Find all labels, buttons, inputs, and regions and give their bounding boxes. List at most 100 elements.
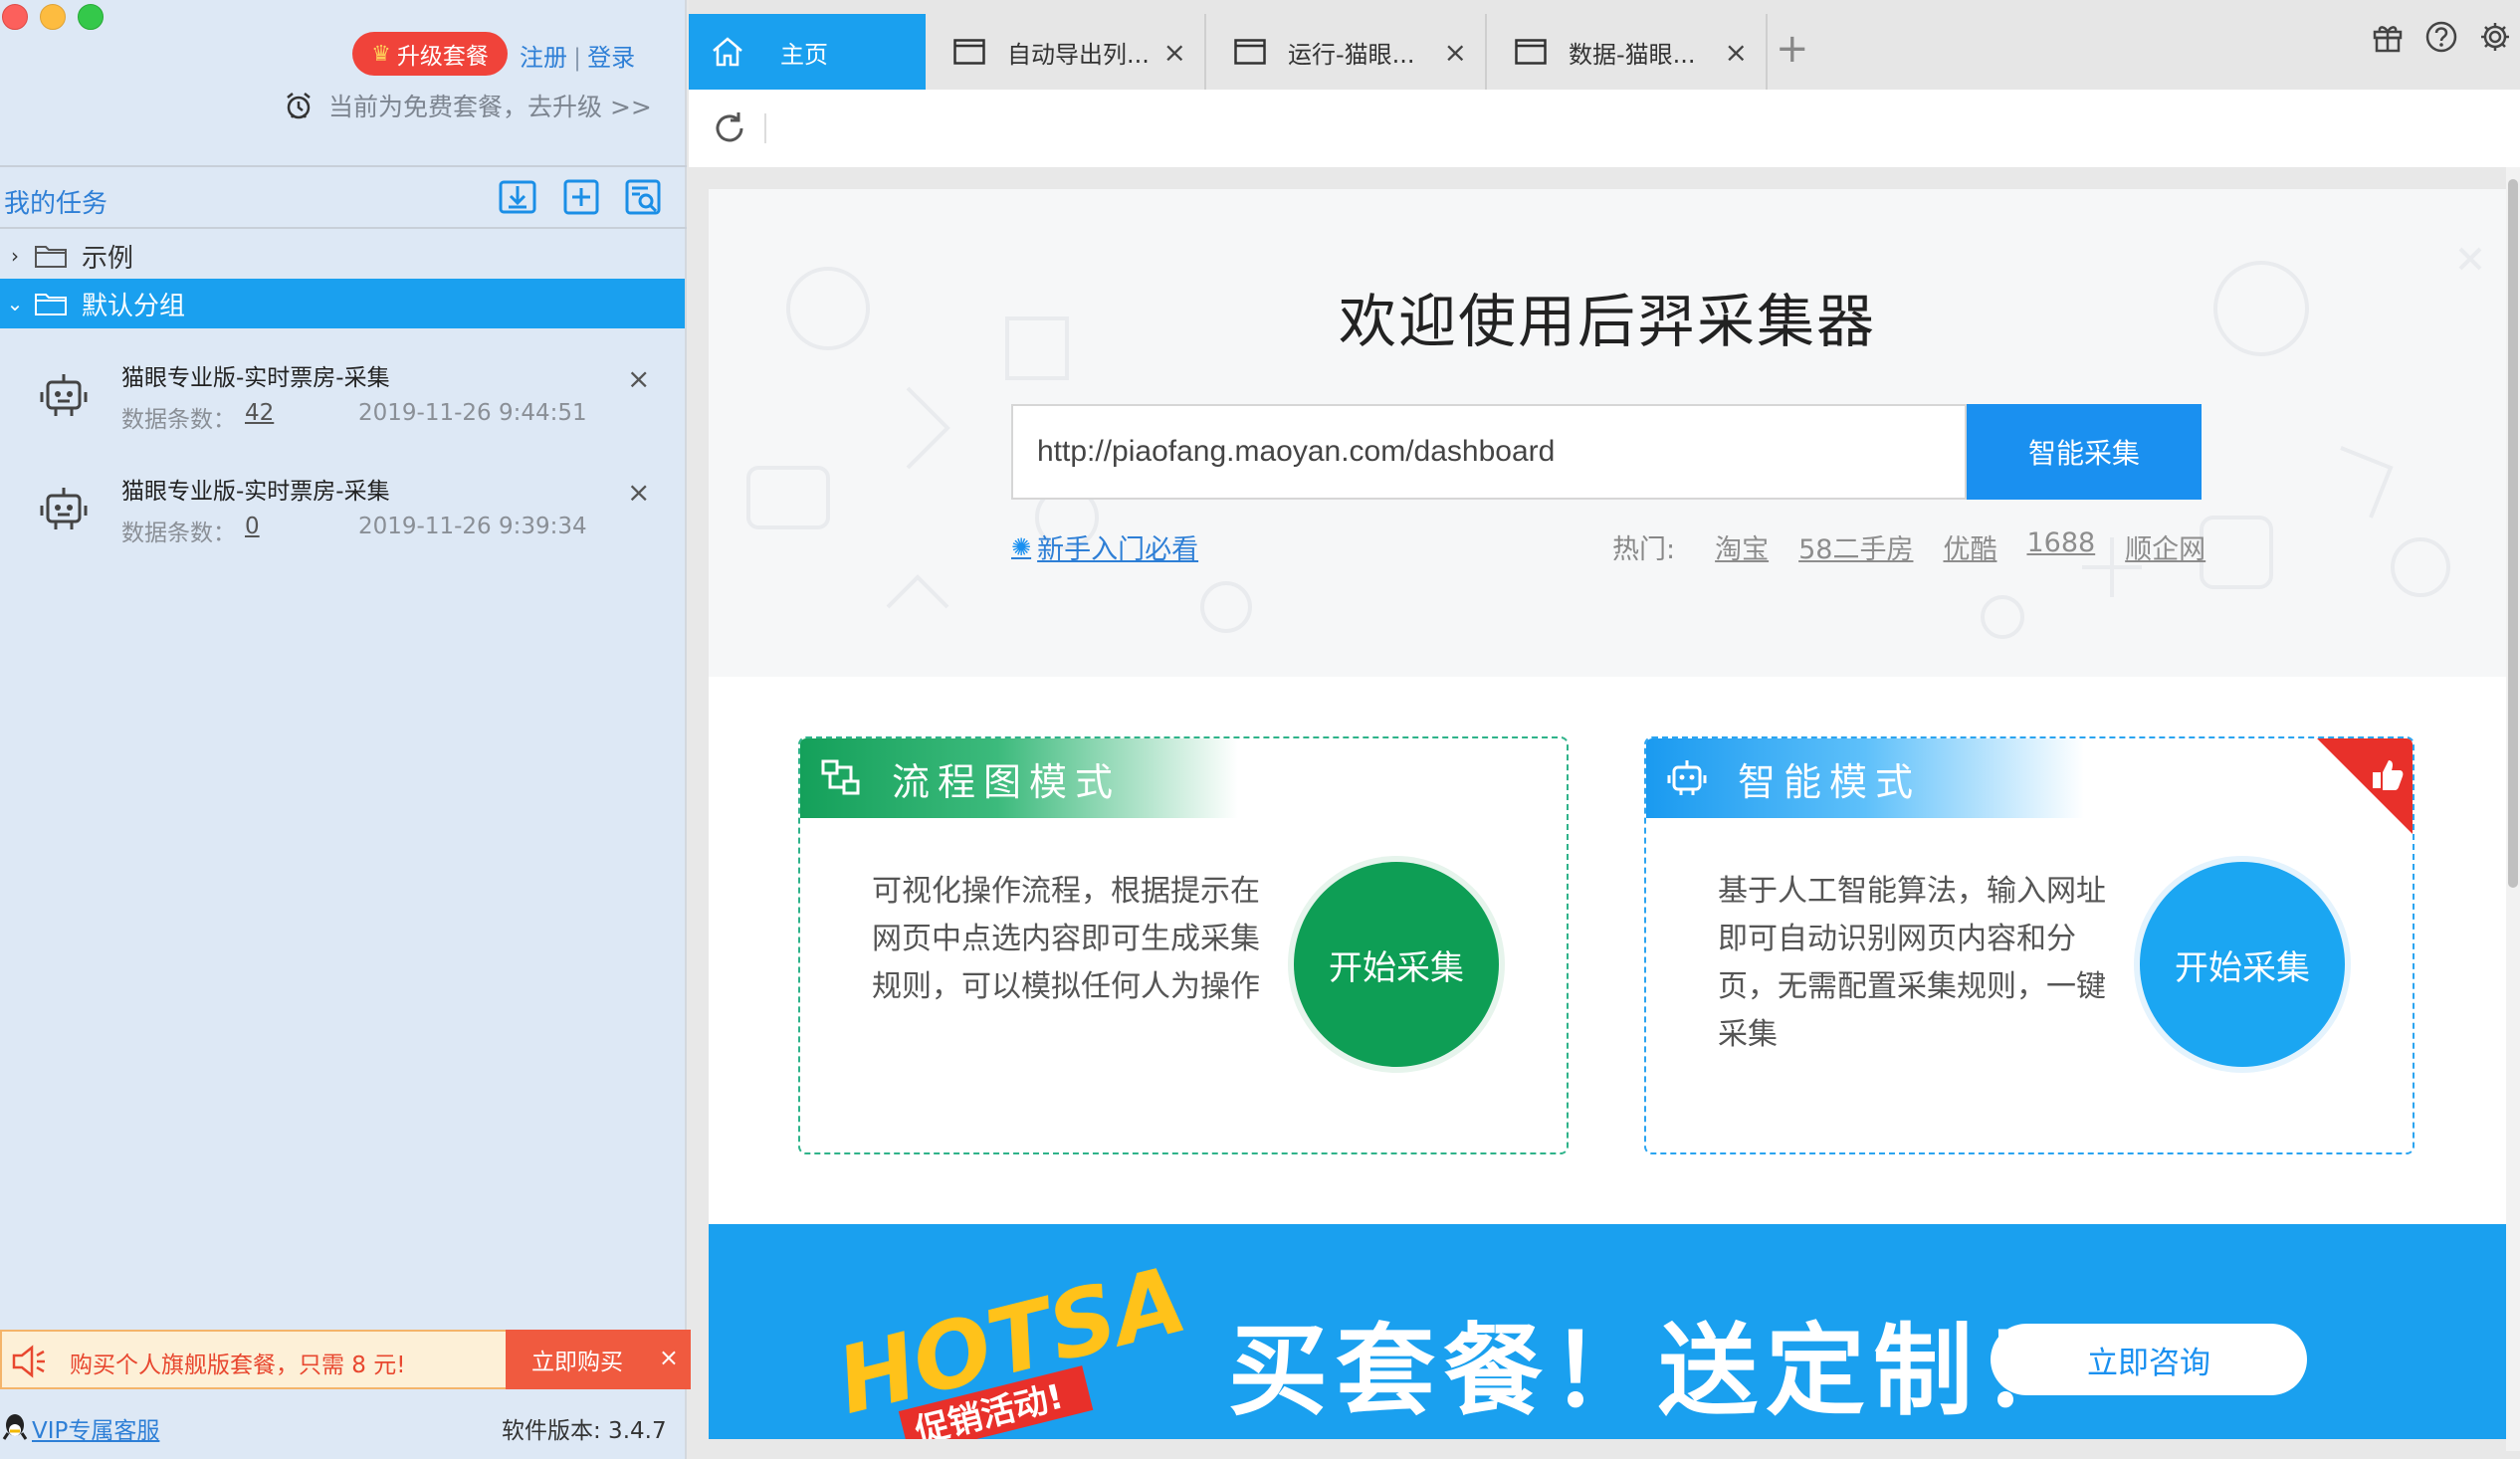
url-input[interactable]: [1011, 404, 1967, 500]
window-minimize-button[interactable]: [40, 4, 66, 30]
flowchart-start-button[interactable]: 开始采集: [1294, 862, 1499, 1067]
auth-separator: |: [573, 44, 582, 72]
tab-run-maoyan[interactable]: 运行-猫眼... ×: [1208, 14, 1487, 90]
flowchart-mode-description: 可视化操作流程，根据提示在网页中点选内容即可生成采集规则，可以模拟任何人为操作: [872, 874, 1260, 1004]
divider: [0, 165, 687, 167]
flowchart-mode-header: 流程图模式: [800, 738, 1238, 818]
hot-sites: 热门: 淘宝 58二手房 优酷 1688 顺企网: [1612, 527, 2205, 566]
window-close-button[interactable]: [2, 4, 28, 30]
hot-link-1688[interactable]: 1688: [2026, 527, 2095, 566]
tree-group-example[interactable]: › 示例: [0, 231, 685, 281]
tab-label: 主页: [780, 40, 828, 69]
search-file-icon[interactable]: [623, 177, 663, 217]
task-count-link[interactable]: 0: [245, 514, 260, 539]
close-icon[interactable]: ×: [1163, 36, 1186, 69]
chevron-right-icon[interactable]: ›: [0, 244, 30, 268]
promo-text: 购买个人旗舰版套餐，只需 8 元!: [70, 1353, 406, 1378]
tab-label: 数据-猫眼...: [1569, 40, 1696, 69]
task-item[interactable]: 猫眼专业版-实时票房-采集 数据条数： 0 2019-11-26 9:39:34…: [0, 462, 685, 573]
hot-link-youku[interactable]: 优酷: [1943, 527, 1996, 566]
task-item[interactable]: 猫眼专业版-实时票房-采集 数据条数： 42 2019-11-26 9:44:5…: [0, 348, 685, 460]
buy-now-button[interactable]: 立即购买 ×: [506, 1330, 691, 1389]
scrollbar-thumb[interactable]: [2508, 179, 2518, 888]
smart-mode-description: 基于人工智能算法，输入网址即可自动识别网页内容和分页，无需配置采集规则，一键采集: [1718, 874, 2106, 1052]
hotsale-logo: HOTSALE 促销活动!: [828, 1264, 1186, 1439]
download-icon[interactable]: [498, 177, 537, 217]
add-file-icon[interactable]: [561, 177, 601, 217]
my-tasks-title: 我的任务: [4, 189, 108, 219]
register-link[interactable]: 注册: [520, 44, 567, 72]
my-tasks-header: 我的任务: [0, 169, 687, 225]
flowchart-mode-card: 流程图模式 可视化操作流程，根据提示在网页中点选内容即可生成采集规则，可以模拟任…: [798, 736, 1569, 1154]
window-zoom-button[interactable]: [78, 4, 104, 30]
auth-links: 注册 | 登录: [520, 38, 635, 73]
upgrade-plan-label: 升级套餐: [396, 44, 489, 70]
window-icon: [953, 39, 985, 65]
tab-label: 运行-猫眼...: [1288, 40, 1415, 69]
flowchart-mode-title: 流程图模式: [892, 759, 1122, 804]
robot-icon: [40, 488, 88, 529]
window-icon: [1515, 39, 1547, 65]
lightbulb-icon: ✺: [1011, 532, 1032, 561]
consult-now-button[interactable]: 立即咨询: [1991, 1324, 2307, 1395]
close-icon[interactable]: ×: [1725, 36, 1748, 69]
close-icon[interactable]: ×: [627, 362, 650, 395]
reload-icon[interactable]: [711, 109, 748, 147]
hot-link-shunqi[interactable]: 顺企网: [2125, 527, 2205, 566]
window-icon: [1234, 39, 1266, 65]
hot-link-58[interactable]: 58二手房: [1798, 527, 1913, 566]
folder-icon: [35, 246, 67, 268]
promo-bar: 购买个人旗舰版套餐，只需 8 元! 立即购买 ×: [0, 1330, 691, 1389]
robot-icon: [1667, 760, 1707, 795]
address-bar: [689, 90, 2520, 167]
smart-start-button[interactable]: 开始采集: [2140, 862, 2345, 1067]
newbie-guide-link[interactable]: ✺ 新手入门必看: [1011, 527, 1198, 566]
chevron-down-icon[interactable]: ⌄: [0, 292, 30, 315]
smart-collect-button[interactable]: 智能采集: [1967, 404, 2202, 500]
recommended-badge: [2317, 738, 2413, 834]
promo-banner[interactable]: HOTSALE 促销活动! 买套餐！送定制！ 立即咨询: [709, 1224, 2506, 1439]
vip-support-link[interactable]: VIP专属客服: [2, 1411, 159, 1445]
tab-label: 自动导出列...: [1007, 40, 1150, 69]
task-name: 猫眼专业版-实时票房-采集: [121, 365, 390, 391]
banner-headline: 买套餐！送定制！: [1228, 1313, 2088, 1429]
upgrade-plan-button[interactable]: ♛ 升级套餐: [352, 32, 508, 76]
welcome-title: 欢迎使用后羿采集器: [1338, 288, 1876, 355]
task-count-label: 数据条数：: [121, 521, 236, 546]
tab-data-maoyan[interactable]: 数据-猫眼... ×: [1489, 14, 1768, 90]
address-divider: [764, 113, 766, 143]
hot-link-taobao[interactable]: 淘宝: [1715, 527, 1769, 566]
tab-export-list[interactable]: 自动导出列... ×: [928, 14, 1206, 90]
tree-group-label: 示例: [82, 243, 134, 274]
close-icon[interactable]: ×: [627, 476, 650, 509]
home-icon: [713, 37, 742, 67]
speaker-icon: [12, 1345, 45, 1378]
task-name: 猫眼专业版-实时票房-采集: [121, 479, 390, 505]
newbie-guide-label: 新手入门必看: [1037, 534, 1199, 565]
tab-bar: 主页 自动导出列... × 运行-猫眼... × 数据-猫眼... × +: [689, 0, 2520, 90]
login-link[interactable]: 登录: [587, 44, 635, 72]
free-plan-text: 当前为免费套餐，去升级 >>: [328, 93, 652, 121]
software-version: 软件版本: 3.4.7: [502, 1418, 667, 1444]
smart-mode-header: 智能模式: [1646, 738, 2084, 818]
hero-section: 欢迎使用后羿采集器 智能采集 ✺ 新手入门必看 热门: 淘宝 58二手房 优酷 …: [709, 189, 2506, 677]
close-icon[interactable]: ×: [659, 1344, 679, 1371]
task-count-link[interactable]: 42: [245, 400, 274, 426]
qq-icon: [2, 1414, 28, 1440]
gear-icon[interactable]: [2478, 20, 2512, 54]
tree-group-default[interactable]: ⌄ 默认分组: [0, 279, 685, 328]
close-icon[interactable]: ×: [1444, 36, 1467, 69]
alarm-clock-icon: [287, 93, 311, 119]
gift-icon[interactable]: [2371, 20, 2405, 54]
hot-label: 热门:: [1612, 534, 1676, 565]
add-tab-icon[interactable]: +: [1776, 26, 1809, 72]
sidebar: ♛ 升级套餐 注册 | 登录 当前为免费套餐，去升级 >> 我的任务 › 示例 …: [0, 0, 691, 1459]
flowchart-icon: [821, 759, 860, 795]
free-plan-note[interactable]: 当前为免费套餐，去升级 >>: [283, 88, 652, 123]
folder-icon: [35, 294, 67, 315]
vip-support-label: VIP专属客服: [32, 1418, 160, 1444]
help-icon[interactable]: [2424, 20, 2458, 54]
smart-mode-card: 智能模式 基于人工智能算法，输入网址即可自动识别网页内容和分页，无需配置采集规则…: [1644, 736, 2415, 1154]
tab-home[interactable]: 主页: [689, 14, 926, 90]
tree-group-label: 默认分组: [82, 291, 186, 321]
